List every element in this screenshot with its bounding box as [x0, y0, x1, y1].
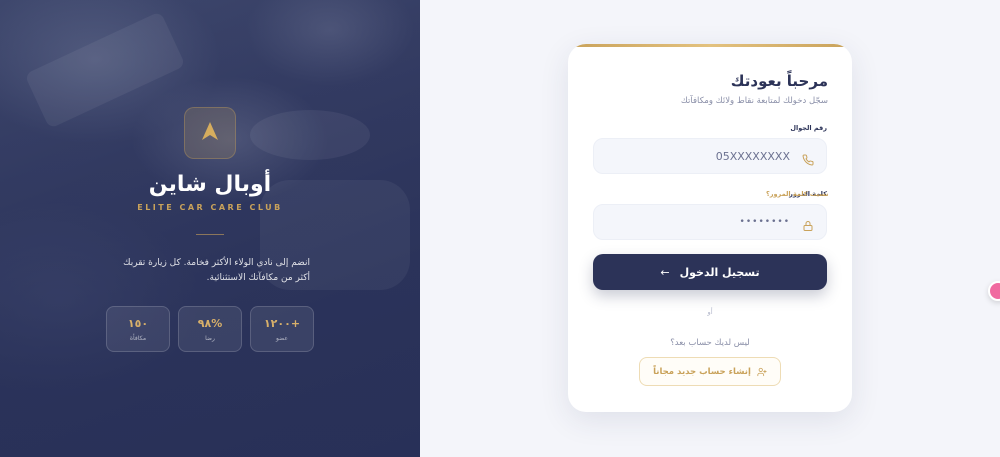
password-placeholder: •••••••• — [739, 217, 790, 227]
stat-label: عضو — [276, 335, 288, 342]
floating-widget-button[interactable] — [988, 281, 1000, 301]
brand-divider — [196, 234, 224, 235]
hero-panel: أوبال شاين ELITE CAR CARE CLUB انضم إلى … — [0, 0, 420, 457]
login-title: مرحباً بعودتك — [730, 72, 828, 90]
login-button[interactable]: ← تسجيل الدخول — [593, 254, 827, 290]
signup-button[interactable]: إنشاء حساب جديد مجاناً — [639, 357, 781, 386]
lock-icon — [802, 217, 814, 231]
or-divider: أو — [707, 308, 713, 316]
brand-description: انضم إلى نادي الولاء الأكثر فخامة. كل زي… — [123, 258, 310, 283]
login-button-label: تسجيل الدخول — [679, 265, 760, 279]
stat-card-rewards: ١٥٠ مكافأة — [106, 306, 170, 352]
stat-label: مكافأة — [129, 335, 147, 342]
password-input[interactable]: •••••••• — [593, 204, 827, 240]
login-card: مرحباً بعودتك سجّل دخولك لمتابعة نقاط ول… — [568, 44, 852, 412]
stat-value: ١٥٠ — [127, 317, 149, 330]
card-accent-line — [568, 44, 852, 47]
arrow-left-icon: ← — [660, 265, 670, 279]
brand-logo — [184, 107, 236, 159]
signup-button-label: إنشاء حساب جديد مجاناً — [653, 366, 751, 377]
login-subtitle: سجّل دخولك لمتابعة نقاط ولائك ومكافآتك — [680, 96, 828, 106]
phone-label: رقم الجوال — [790, 124, 827, 132]
brand-title: أوبال شاين — [148, 172, 272, 197]
phone-placeholder: 05XXXXXXXX — [715, 150, 790, 163]
phone-icon — [802, 151, 814, 166]
stat-value: +١٢٠٠ — [263, 317, 301, 330]
forgot-password-link[interactable]: نسيت كلمة المرور؟ — [766, 190, 828, 198]
stat-value: %٩٨ — [197, 317, 223, 330]
arrow-up-logo-icon — [201, 121, 219, 145]
stat-card-members: +١٢٠٠ عضو — [250, 306, 314, 352]
no-account-text: ليس لديك حساب بعد؟ — [670, 338, 750, 348]
brand-subtitle: ELITE CAR CARE CLUB — [137, 203, 283, 212]
stat-card-satisfaction: %٩٨ رضا — [178, 306, 242, 352]
stat-label: رضا — [205, 335, 215, 342]
user-plus-icon — [757, 362, 767, 381]
phone-input[interactable]: 05XXXXXXXX — [593, 138, 827, 174]
